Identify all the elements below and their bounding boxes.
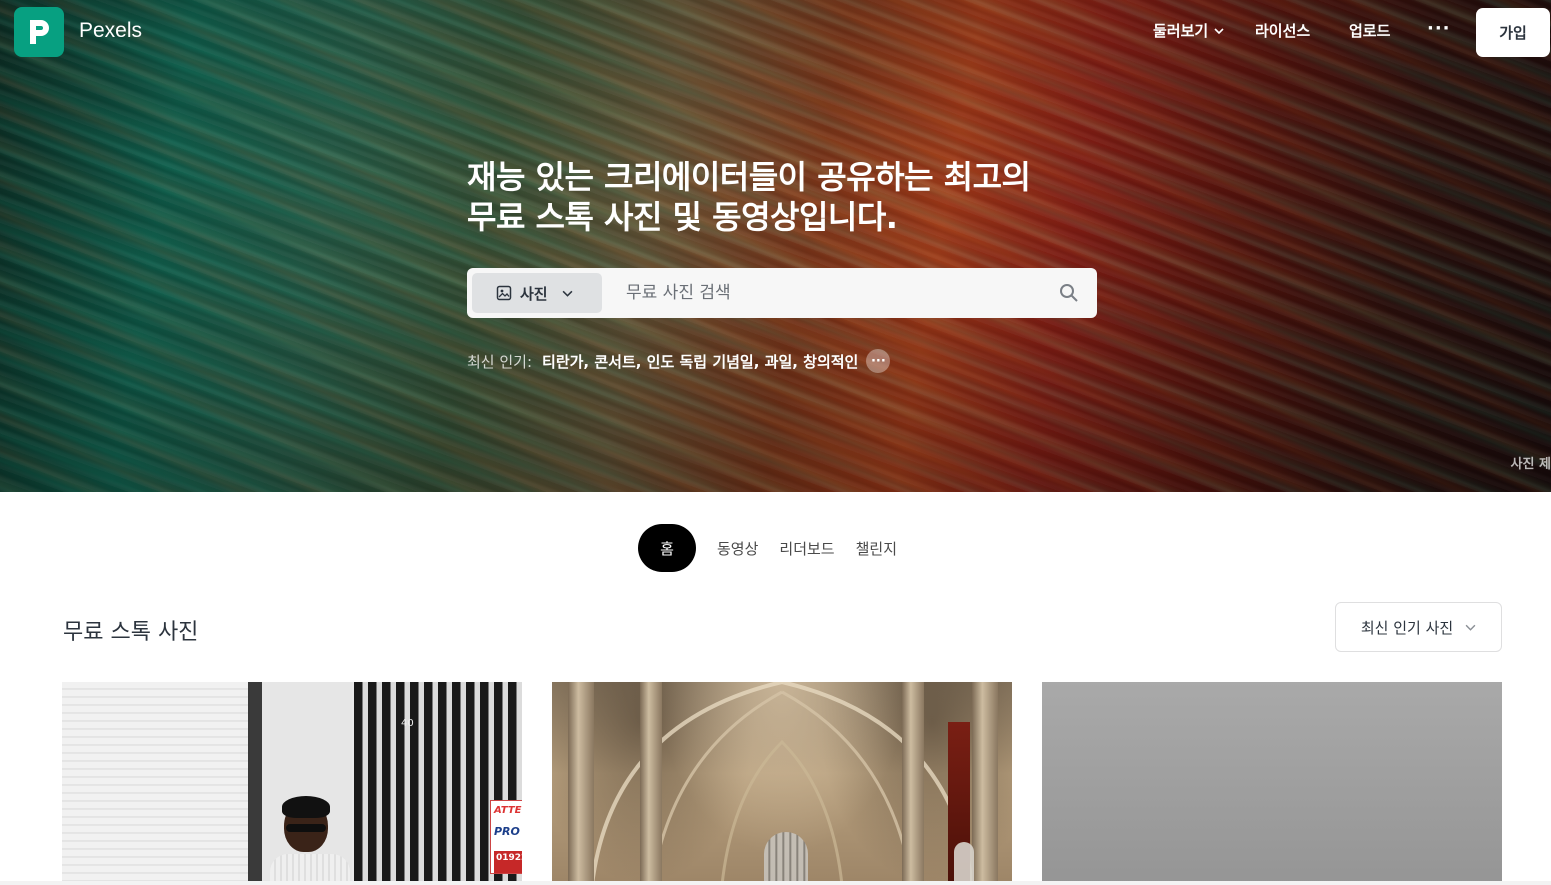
photo-sign-mid: PRO	[494, 825, 520, 838]
nav-license-link[interactable]: 라이선스	[1255, 20, 1310, 41]
tab-videos[interactable]: 동영상	[717, 538, 758, 559]
photo-window	[954, 842, 974, 885]
photo-door-number: 40	[401, 718, 414, 729]
search-icon[interactable]	[1049, 273, 1089, 313]
section-tabs: 홈 동영상 리더보드 챌린지	[638, 524, 918, 572]
hero-banner	[0, 0, 1551, 492]
photo-sign-number: 01922	[494, 851, 522, 873]
chevron-down-icon	[562, 290, 573, 297]
search-input[interactable]	[626, 273, 1049, 313]
chevron-down-icon	[1214, 27, 1224, 34]
trending-tags[interactable]: 티란가, 콘서트, 인도 독립 기념일, 과일, 창의적인	[542, 351, 858, 372]
more-trending-icon[interactable]: ···	[866, 349, 891, 373]
tab-home[interactable]: 홈	[638, 524, 696, 572]
sort-label: 최신 인기 사진	[1360, 618, 1454, 637]
page-bottom-edge	[0, 881, 1551, 885]
chevron-down-icon	[1465, 624, 1476, 631]
photo-credit[interactable]: 사진 제	[1511, 453, 1551, 472]
image-icon	[496, 285, 512, 301]
more-options-icon[interactable]: ···	[1427, 18, 1451, 39]
nav-browse-menu[interactable]: 둘러보기	[1153, 20, 1224, 41]
trending-label: 최신 인기:	[467, 352, 533, 371]
hero-headline: 재능 있는 크리에이터들이 공유하는 최고의 무료 스톡 사진 및 동영상입니다…	[467, 158, 1031, 236]
nav-upload-link[interactable]: 업로드	[1349, 20, 1390, 41]
search-type-label: 사진	[520, 284, 548, 303]
pexels-logo-icon	[30, 20, 49, 44]
top-navigation: Pexels 둘러보기 라이선스 업로드 ··· 가입	[0, 0, 1551, 64]
photo-sign-top: ATTE	[494, 805, 522, 816]
sort-dropdown[interactable]: 최신 인기 사진	[1335, 602, 1502, 652]
join-button[interactable]: 가입	[1476, 8, 1550, 57]
section-title: 무료 스톡 사진	[63, 620, 199, 645]
nav-browse-label: 둘러보기	[1153, 22, 1209, 40]
photo-stained-window	[764, 832, 808, 885]
photo-card[interactable]	[552, 682, 1012, 885]
search-bar: 사진	[467, 268, 1097, 318]
hero-content: 재능 있는 크리에이터들이 공유하는 최고의 무료 스톡 사진 및 동영상입니다…	[467, 157, 1107, 373]
tab-challenges[interactable]: 챌린지	[856, 538, 897, 559]
trending-searches: 최신 인기: 티란가, 콘서트, 인도 독립 기념일, 과일, 창의적인 ···	[467, 349, 891, 373]
photo-sign: ATTE PRO 01922	[490, 800, 522, 874]
pexels-logo[interactable]	[14, 7, 64, 57]
photo-person	[270, 796, 350, 885]
photo-shutter	[62, 682, 252, 885]
tab-leaderboard[interactable]: 리더보드	[779, 538, 834, 559]
photo-card[interactable]	[1042, 682, 1502, 885]
photo-pole	[248, 682, 262, 885]
search-type-dropdown[interactable]: 사진	[472, 273, 602, 313]
brand-name[interactable]: Pexels	[79, 19, 142, 43]
photo-card[interactable]: 40 ATTE PRO 01922	[62, 682, 522, 885]
